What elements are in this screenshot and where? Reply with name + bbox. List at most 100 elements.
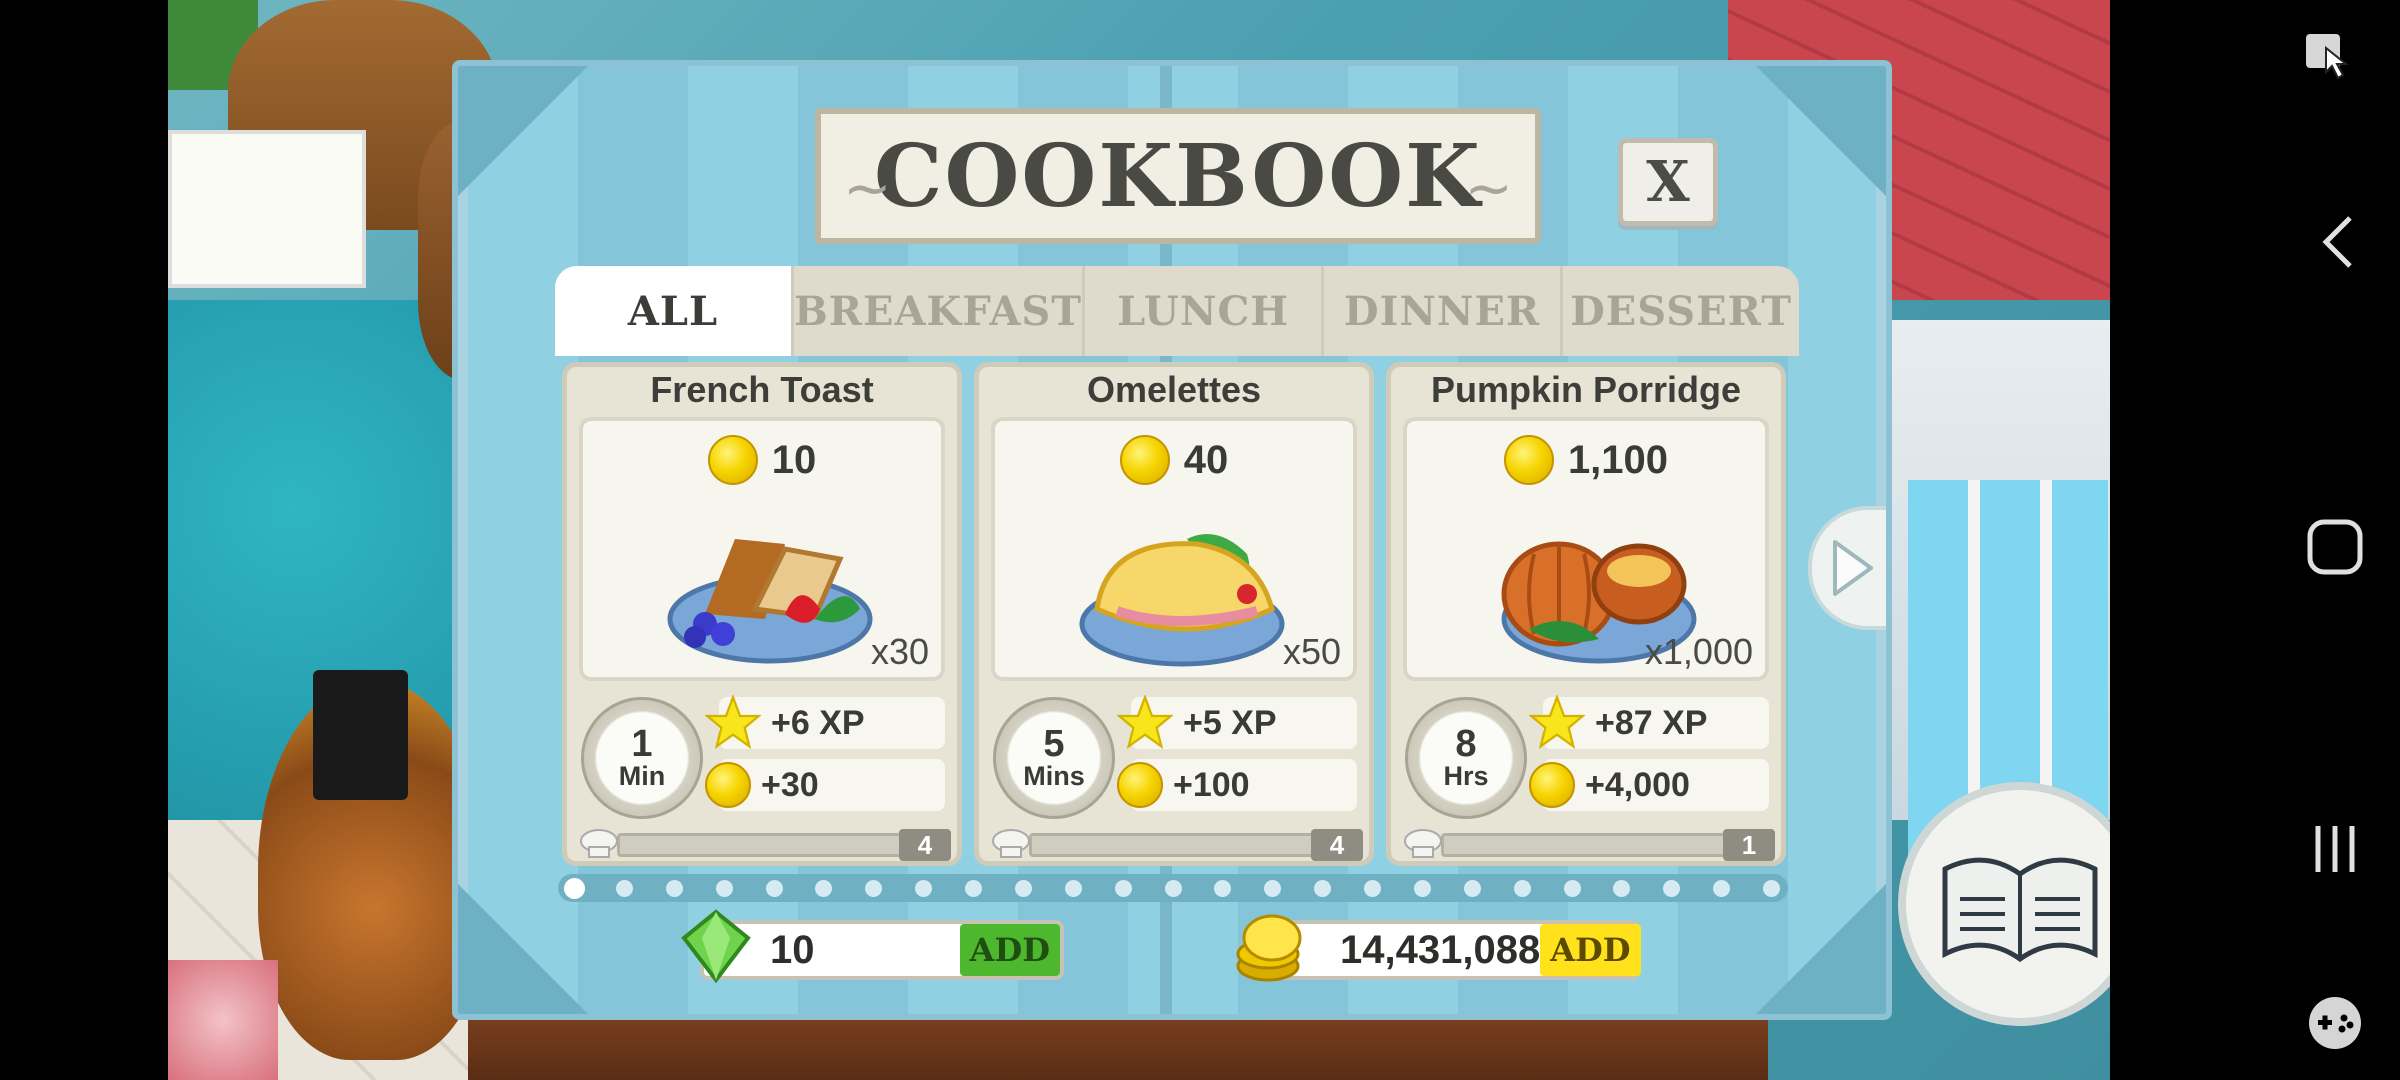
gem-balance: 10 ADD — [700, 920, 1064, 980]
recipe-servings: x1,000 — [1644, 631, 1753, 672]
mastery-level: 4 — [899, 829, 951, 861]
timer-icon: 8 Hrs — [1405, 697, 1527, 819]
corner-decoration — [1756, 884, 1886, 1014]
gem-icon — [681, 909, 751, 984]
corner-decoration — [458, 66, 588, 196]
page-dot[interactable] — [1164, 879, 1182, 897]
page-dot[interactable] — [615, 879, 633, 897]
recipe-card-omelettes[interactable]: Omelettes 40 x50 5 Mins +5 XP +100 4 — [974, 362, 1374, 866]
category-tabs: ALL BREAKFAST LUNCH DINNER DESSERT — [555, 266, 1799, 356]
recents-icon[interactable] — [2310, 822, 2360, 876]
recipe-name: French Toast — [650, 369, 874, 410]
page-dot[interactable] — [1114, 879, 1132, 897]
page-dot[interactable] — [1713, 879, 1731, 897]
coin-icon — [1529, 762, 1575, 808]
corner-decoration — [1756, 66, 1886, 196]
xp-reward-value: +5 XP — [1183, 703, 1277, 742]
page-indicator — [558, 874, 1788, 902]
recipe-image-box: 1,100 x1,000 — [1403, 417, 1769, 681]
cookbook-shortcut-button[interactable] — [1898, 782, 2142, 1026]
timer-icon: 5 Mins — [993, 697, 1115, 819]
xp-reward: +5 XP — [1117, 695, 1357, 750]
close-button[interactable]: X — [1618, 138, 1718, 226]
page-dot[interactable] — [1014, 879, 1032, 897]
page-dot[interactable] — [1314, 879, 1332, 897]
recipe-cost-value: 40 — [1183, 437, 1229, 482]
table-decoration — [168, 130, 366, 288]
page-dot[interactable] — [1563, 879, 1581, 897]
cook-time-value: 1 — [631, 723, 653, 765]
recipe-name: Pumpkin Porridge — [1430, 369, 1742, 410]
cook-time-unit: Hrs — [1443, 761, 1489, 791]
page-dot[interactable] — [1663, 879, 1681, 897]
dialog-title: COOKBOOK — [874, 125, 1482, 227]
recipe-cost: 10 — [583, 435, 941, 485]
page-dot[interactable] — [1064, 879, 1082, 897]
gem-count: 10 — [770, 927, 815, 972]
tab-lunch[interactable]: LUNCH — [1082, 266, 1321, 356]
page-dot[interactable] — [865, 879, 883, 897]
xp-reward: +87 XP — [1529, 695, 1769, 750]
recipe-cost: 1,100 — [1407, 435, 1765, 485]
back-icon[interactable] — [2320, 214, 2356, 270]
page-dot[interactable] — [1613, 879, 1631, 897]
coin-reward-value: +100 — [1173, 765, 1250, 804]
system-nav-bar — [2110, 0, 2400, 1080]
swirl-left-icon: ~ — [843, 154, 892, 222]
tab-dessert[interactable]: DESSERT — [1560, 266, 1799, 356]
pilgrim-hat-decoration — [313, 670, 408, 800]
recipe-servings: x30 — [870, 631, 929, 672]
page-dot[interactable] — [1264, 879, 1282, 897]
recipe-cost: 40 — [995, 435, 1353, 485]
page-dot[interactable] — [765, 879, 783, 897]
counter-decoration — [468, 1015, 1768, 1080]
add-coins-button[interactable]: ADD — [1540, 924, 1641, 976]
pointer-icon[interactable] — [2302, 30, 2352, 86]
chef-hat-icon — [580, 829, 618, 858]
page-dot[interactable] — [965, 879, 982, 897]
page-dot[interactable] — [1463, 879, 1481, 897]
cook-time-value: 5 — [1043, 723, 1065, 765]
star-icon — [1529, 695, 1585, 750]
page-dot[interactable] — [815, 879, 833, 897]
page-dot[interactable] — [1763, 879, 1780, 897]
omelette-icon — [1079, 534, 1285, 667]
close-icon: X — [1646, 149, 1690, 215]
page-dot[interactable] — [1364, 879, 1381, 897]
coin-reward: +100 — [1117, 759, 1357, 811]
mastery-track — [617, 833, 907, 857]
cookbook-dialog: ~ COOKBOOK ~ X ALL BREAKFAST LUNCH DINNE… — [452, 60, 1892, 1020]
mastery-track — [1441, 833, 1731, 857]
swirl-right-icon: ~ — [1464, 154, 1513, 222]
mastery-level: 4 — [1311, 829, 1363, 861]
coin-icon — [707, 435, 758, 485]
home-icon[interactable] — [2306, 518, 2364, 576]
recipe-image-box: 40 x50 — [991, 417, 1357, 681]
page-dot[interactable] — [1513, 879, 1531, 897]
next-arrow-icon — [1833, 540, 1873, 596]
page-dot[interactable] — [715, 879, 733, 897]
page-dot[interactable] — [665, 879, 683, 897]
mastery-bar: 4 — [577, 827, 951, 861]
add-gems-button[interactable]: ADD — [959, 924, 1060, 976]
coin-stack-icon — [1236, 914, 1302, 982]
mastery-bar: 4 — [989, 827, 1363, 861]
page-dot[interactable] — [566, 879, 583, 897]
recipe-card-pumpkin-porridge[interactable]: Pumpkin Porridge 1,100 x1,000 8 Hrs +87 … — [1386, 362, 1786, 866]
cookbook-icon — [1942, 857, 2098, 963]
page-dot[interactable] — [1413, 879, 1431, 897]
coin-reward-value: +30 — [761, 765, 819, 804]
xp-reward-value: +87 XP — [1595, 703, 1708, 742]
tab-all[interactable]: ALL — [555, 266, 791, 356]
page-dot[interactable] — [1214, 879, 1232, 897]
recipe-image-box: 10 x30 — [579, 417, 945, 681]
tab-breakfast[interactable]: BREAKFAST — [790, 266, 1082, 356]
page-dot[interactable] — [915, 879, 933, 897]
cook-time-unit: Min — [618, 761, 666, 791]
chef-hat-icon — [1404, 829, 1442, 858]
xp-reward: +6 XP — [705, 695, 945, 750]
mastery-track — [1029, 833, 1319, 857]
tab-dinner[interactable]: DINNER — [1321, 266, 1560, 356]
recipe-card-french-toast[interactable]: French Toast 10 x30 1 Min +6 XP +30 4 — [562, 362, 962, 866]
gamepad-icon[interactable] — [2306, 994, 2364, 1052]
